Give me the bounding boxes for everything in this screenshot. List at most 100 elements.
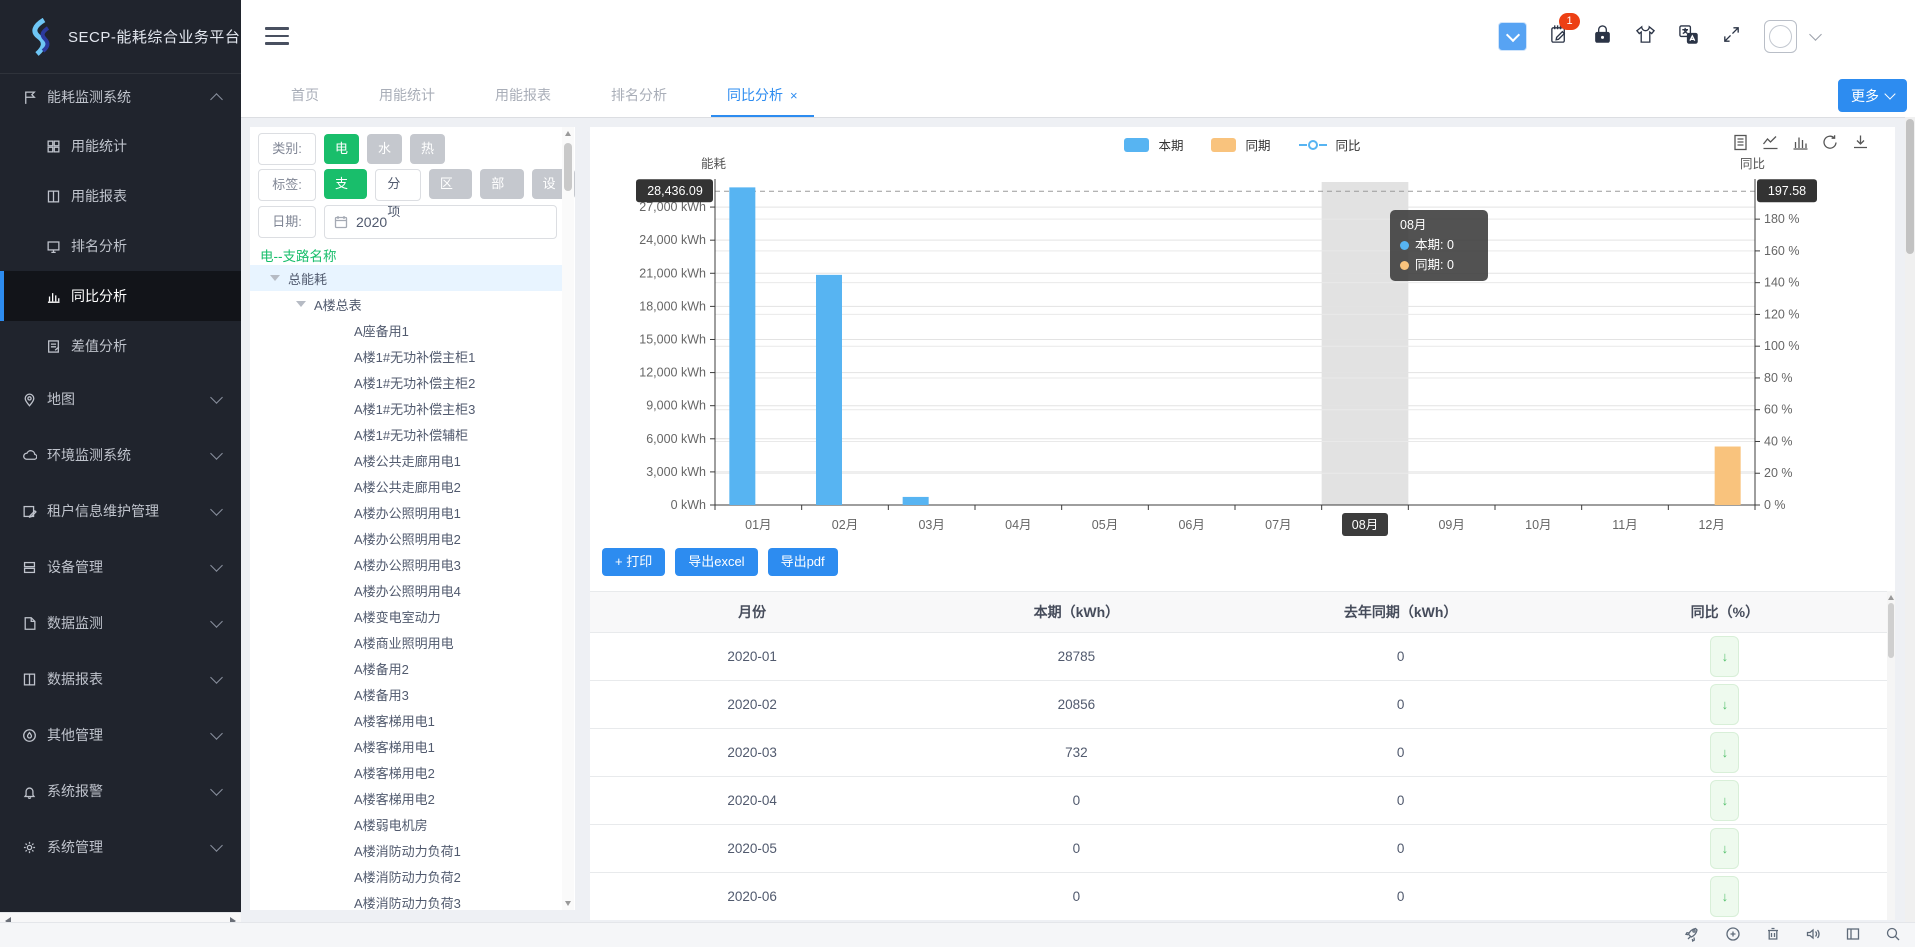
legend-line-marker-icon[interactable] (1299, 139, 1327, 151)
filter-option-支路[interactable]: 支路 (324, 169, 367, 199)
avatar[interactable] (1764, 20, 1797, 53)
page-scrollbar[interactable] (1905, 117, 1915, 922)
legend-label[interactable]: 同比 (1336, 135, 1361, 154)
yoy-bar-chart[interactable]: 0 kWh3,000 kWh6,000 kWh9,000 kWh12,000 k… (590, 167, 1895, 547)
sidebar-item-6[interactable]: 数据报表 (0, 651, 241, 707)
tree-leaf-2[interactable]: A楼1#无功补偿主柜2 (250, 369, 563, 395)
tree-leaf-7[interactable]: A楼办公照明用电1 (250, 499, 563, 525)
filter-option-水[interactable]: 水 (367, 134, 402, 164)
tree-leaf-16[interactable]: A楼客梯用电1 (250, 733, 563, 759)
lock-icon[interactable] (1592, 24, 1613, 50)
sidebar-subitem-0-4[interactable]: 差值分析 (0, 321, 241, 371)
filter-option-分项[interactable]: 分项 (375, 169, 420, 201)
sidebar-item-8[interactable]: 系统报警 (0, 763, 241, 819)
tree-node-branch[interactable]: A楼总表 (250, 291, 563, 317)
date-input[interactable]: 2020 (324, 205, 557, 239)
history-icon[interactable] (1725, 926, 1741, 942)
menu-toggle-button[interactable] (265, 27, 289, 45)
sidebar-item-3[interactable]: 租户信息维护管理 (0, 483, 241, 539)
sidebar-item-2[interactable]: 环境监测系统 (0, 427, 241, 483)
search-icon[interactable] (1885, 926, 1901, 942)
filter-option-部门[interactable]: 部门 (480, 169, 523, 199)
data-view-icon[interactable] (1732, 134, 1749, 151)
tree-scrollbar[interactable] (562, 127, 574, 910)
sidebar-item-5[interactable]: 数据监测 (0, 595, 241, 651)
rocket-icon[interactable] (1685, 926, 1701, 942)
table-scrollbar[interactable] (1887, 591, 1895, 920)
fullscreen-icon[interactable] (1721, 24, 1742, 50)
theme-shirt-icon[interactable] (1635, 24, 1656, 50)
filter-option-区域[interactable]: 区域 (429, 169, 472, 199)
dropdown-check-icon[interactable] (1498, 22, 1527, 51)
refresh-icon[interactable] (1822, 134, 1839, 151)
filter-option-热[interactable]: 热 (410, 134, 445, 164)
scrollbar-thumb[interactable] (1888, 603, 1894, 658)
trend-down-badge[interactable]: ↓ (1710, 876, 1739, 917)
trend-down-badge[interactable]: ↓ (1710, 636, 1739, 677)
scroll-up-arrow-icon[interactable] (1888, 595, 1894, 600)
tab-energy-report[interactable]: 用能报表 (465, 73, 581, 117)
bar-chart-icon[interactable] (1792, 134, 1809, 151)
legend-swatch-icon[interactable] (1124, 138, 1149, 152)
tree-leaf-13[interactable]: A楼备用2 (250, 655, 563, 681)
tab-close-icon[interactable]: × (790, 88, 798, 103)
export-excel-button[interactable]: 导出excel (675, 548, 757, 576)
trend-down-badge[interactable]: ↓ (1710, 684, 1739, 725)
tab-home[interactable]: 首页 (261, 73, 349, 117)
tree-leaf-21[interactable]: A楼消防动力负荷2 (250, 863, 563, 889)
legend-label[interactable]: 同期 (1245, 135, 1270, 154)
tab-energy-stats[interactable]: 用能统计 (349, 73, 465, 117)
more-button[interactable]: 更多 (1838, 79, 1907, 112)
legend-label[interactable]: 本期 (1158, 135, 1183, 154)
print-button[interactable]: + 打印 (602, 548, 665, 576)
sidebar-item-0[interactable]: 能耗监测系统 (0, 73, 241, 121)
tree-leaf-9[interactable]: A楼办公照明用电3 (250, 551, 563, 577)
tree-leaf-11[interactable]: A楼变电室动力 (250, 603, 563, 629)
sidebar-item-7[interactable]: 其他管理 (0, 707, 241, 763)
scrollbar-thumb[interactable] (564, 143, 572, 191)
tree-leaf-12[interactable]: A楼商业照明用电 (250, 629, 563, 655)
trend-down-badge[interactable]: ↓ (1710, 828, 1739, 869)
scroll-up-arrow-icon[interactable] (565, 131, 571, 136)
export-pdf-button[interactable]: 导出pdf (768, 548, 838, 576)
tree-leaf-0[interactable]: A座备用1 (250, 317, 563, 343)
tree-node-root[interactable]: 总能耗 (250, 265, 563, 291)
tree-leaf-1[interactable]: A楼1#无功补偿主柜1 (250, 343, 563, 369)
sidebar-subitem-0-1[interactable]: 用能报表 (0, 171, 241, 221)
tree-leaf-17[interactable]: A楼客梯用电2 (250, 759, 563, 785)
tree-leaf-4[interactable]: A楼1#无功补偿辅柜 (250, 421, 563, 447)
tree-leaf-22[interactable]: A楼消防动力负荷3 (250, 889, 563, 910)
sidebar-item-9[interactable]: 系统管理 (0, 819, 241, 875)
tree-leaf-8[interactable]: A楼办公照明用电2 (250, 525, 563, 551)
layout-icon[interactable] (1845, 926, 1861, 942)
tree-leaf-14[interactable]: A楼备用3 (250, 681, 563, 707)
tree-leaf-15[interactable]: A楼客梯用电1 (250, 707, 563, 733)
scrollbar-thumb[interactable] (1906, 119, 1914, 254)
tree-leaf-3[interactable]: A楼1#无功补偿主柜3 (250, 395, 563, 421)
tree-leaf-20[interactable]: A楼消防动力负荷1 (250, 837, 563, 863)
trash-icon[interactable] (1765, 926, 1781, 942)
legend-swatch-icon[interactable] (1211, 138, 1236, 152)
tree-expand-caret-icon[interactable] (296, 301, 306, 307)
tab-ranking[interactable]: 排名分析 (581, 73, 697, 117)
tree-leaf-18[interactable]: A楼客梯用电2 (250, 785, 563, 811)
user-menu-chevron-icon[interactable] (1811, 34, 1820, 39)
tree-expand-caret-icon[interactable] (270, 275, 280, 281)
trend-down-badge[interactable]: ↓ (1710, 732, 1739, 773)
sidebar-item-1[interactable]: 地图 (0, 371, 241, 427)
tools-icon[interactable]: 1 (1549, 24, 1570, 50)
translate-icon[interactable] (1678, 24, 1699, 50)
filter-option-电[interactable]: 电 (324, 134, 359, 164)
tree-leaf-6[interactable]: A楼公共走廊用电2 (250, 473, 563, 499)
sidebar-subitem-0-3[interactable]: 同比分析 (0, 271, 241, 321)
tab-yoy-analysis[interactable]: 同比分析× (697, 73, 828, 117)
tree-leaf-5[interactable]: A楼公共走廊用电1 (250, 447, 563, 473)
sidebar-subitem-0-0[interactable]: 用能统计 (0, 121, 241, 171)
tree-leaf-19[interactable]: A楼弱电机房 (250, 811, 563, 837)
line-chart-icon[interactable] (1762, 134, 1779, 151)
sound-icon[interactable] (1805, 926, 1821, 942)
scroll-down-arrow-icon[interactable] (565, 901, 571, 906)
sidebar-subitem-0-2[interactable]: 排名分析 (0, 221, 241, 271)
tree-leaf-10[interactable]: A楼办公照明用电4 (250, 577, 563, 603)
trend-down-badge[interactable]: ↓ (1710, 780, 1739, 821)
